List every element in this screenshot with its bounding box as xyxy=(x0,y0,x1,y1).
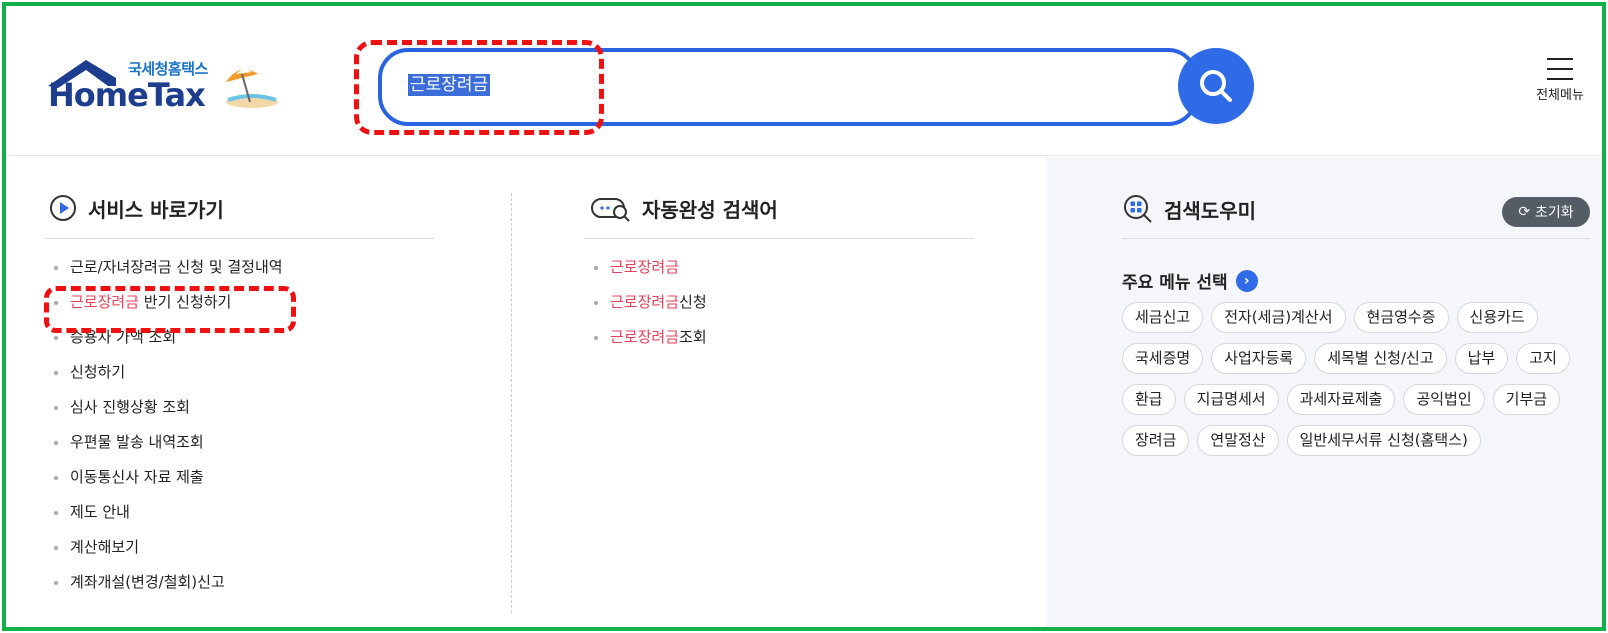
autocomplete-item-suffix: 신청 xyxy=(679,293,707,311)
autocomplete-item[interactable]: 근로장려금조회 xyxy=(590,320,707,355)
service-shortcut-item-label: 제도 안내 xyxy=(70,503,130,521)
service-shortcut-item-label: 이동통신사 자료 제출 xyxy=(70,468,204,486)
reset-button[interactable]: ⟳ 초기화 xyxy=(1502,197,1590,227)
menu-tag-button[interactable]: 환급 xyxy=(1122,384,1176,415)
service-shortcut-item-label: 계산해보기 xyxy=(70,538,140,556)
menu-tag-button[interactable]: 일반세무서류 신청(홈택스) xyxy=(1286,425,1481,456)
service-shortcut-item-label: 근로/자녀장려금 신청 및 결정내역 xyxy=(70,258,283,276)
service-shortcut-item-label: 계좌개설(변경/철회)신고 xyxy=(70,573,225,591)
menu-tag-button[interactable]: 세목별 신청/신고 xyxy=(1314,343,1447,374)
column-divider xyxy=(511,193,512,613)
service-shortcut-item[interactable]: 계산해보기 xyxy=(50,530,283,565)
menu-tag-button[interactable]: 신용카드 xyxy=(1456,302,1538,333)
menu-tag-button[interactable]: 장려금 xyxy=(1122,425,1190,456)
menu-tag-button[interactable]: 세금신고 xyxy=(1122,302,1204,333)
menu-tag-button[interactable]: 사업자등록 xyxy=(1211,343,1307,374)
service-shortcut-item[interactable]: 근로/자녀장려금 신청 및 결정내역 xyxy=(50,250,283,285)
service-shortcut-item[interactable]: 계좌개설(변경/철회)신고 xyxy=(50,565,283,600)
menu-tag-button[interactable]: 연말정산 xyxy=(1197,425,1279,456)
service-shortcut-item[interactable]: 신청하기 xyxy=(50,355,283,390)
full-menu-button[interactable]: 전체메뉴 xyxy=(1530,58,1590,118)
beach-umbrella-icon xyxy=(226,69,278,108)
hamburger-icon xyxy=(1547,58,1573,80)
menu-tag-button[interactable]: 지급명세서 xyxy=(1183,384,1279,415)
service-shortcut-item-label: 우편물 발송 내역조회 xyxy=(70,433,204,451)
keyword-highlight: 근로장려금 xyxy=(610,258,680,276)
service-shortcut-item[interactable]: 이동통신사 자료 제출 xyxy=(50,460,283,495)
service-shortcut-item[interactable]: 제도 안내 xyxy=(50,495,283,530)
keyword-highlight: 근로장려금 xyxy=(610,293,680,311)
menu-tag-button[interactable]: 전자(세금)계산서 xyxy=(1211,302,1346,333)
menu-tag-button[interactable]: 납부 xyxy=(1454,343,1509,374)
autocomplete-title: 자동완성 검색어 xyxy=(590,193,778,223)
menu-tag-button[interactable]: 기부금 xyxy=(1492,384,1561,415)
service-shortcut-item-label: 심사 진행상황 조회 xyxy=(70,398,190,416)
service-shortcut-item[interactable]: 심사 진행상황 조회 xyxy=(50,390,283,425)
menu-tag-button[interactable]: 과세자료제출 xyxy=(1286,384,1396,415)
chevron-right-icon[interactable]: › xyxy=(1235,269,1258,292)
helper-title: 검색도우미 xyxy=(1122,193,1256,225)
autocomplete-title-text: 자동완성 검색어 xyxy=(642,197,778,222)
reset-button-label: 초기화 xyxy=(1535,205,1574,221)
helper-title-text: 검색도우미 xyxy=(1164,198,1256,223)
refresh-icon: ⟳ xyxy=(1518,204,1531,220)
autocomplete-title-underline xyxy=(584,238,974,239)
hometax-logo[interactable]: 국세청홈택스 HomeTax xyxy=(38,50,288,120)
service-shortcut-item[interactable]: 우편물 발송 내역조회 xyxy=(50,425,283,460)
search-grid-icon xyxy=(1124,195,1152,223)
autocomplete-item[interactable]: 근로장려금 xyxy=(590,250,707,285)
keyword-highlight: 근로장려금 xyxy=(610,328,680,346)
autocomplete-item-suffix: 조회 xyxy=(679,328,707,346)
service-shortcut-title-text: 서비스 바로가기 xyxy=(88,197,224,222)
autocomplete-item[interactable]: 근로장려금신청 xyxy=(590,285,707,320)
logo-english-text: HomeTax xyxy=(48,76,206,114)
search-annotation-box xyxy=(354,40,604,135)
menu-tag-button[interactable]: 국세증명 xyxy=(1122,343,1204,374)
service-shortcut-title: 서비스 바로가기 xyxy=(48,193,224,223)
service-shortcut-item-label: 신청하기 xyxy=(70,363,126,381)
helper-title-underline xyxy=(1122,238,1590,239)
menu-tag-group: 세금신고 전자(세금)계산서 현금영수증 신용카드국세증명 사업자등록 세목별 신청/신고… xyxy=(1122,302,1592,456)
menu-tag-button[interactable]: 현금영수증 xyxy=(1353,302,1449,333)
menu-tag-button[interactable]: 공익법인 xyxy=(1403,384,1485,415)
full-menu-label: 전체메뉴 xyxy=(1536,88,1584,103)
play-circle-icon xyxy=(50,195,76,221)
autocomplete-list: 근로장려금 근로장려금신청 근로장려금조회 xyxy=(590,250,707,355)
keyboard-search-icon xyxy=(591,198,630,222)
item-annotation-box xyxy=(44,286,296,333)
search-icon xyxy=(1200,70,1232,102)
service-title-underline xyxy=(44,238,434,239)
search-button[interactable] xyxy=(1178,48,1254,124)
menu-tag-button[interactable]: 고지 xyxy=(1516,343,1570,374)
main-menu-select-title: 주요 메뉴 선택 › xyxy=(1122,268,1258,293)
main-menu-select-text: 주요 메뉴 선택 xyxy=(1122,273,1228,293)
